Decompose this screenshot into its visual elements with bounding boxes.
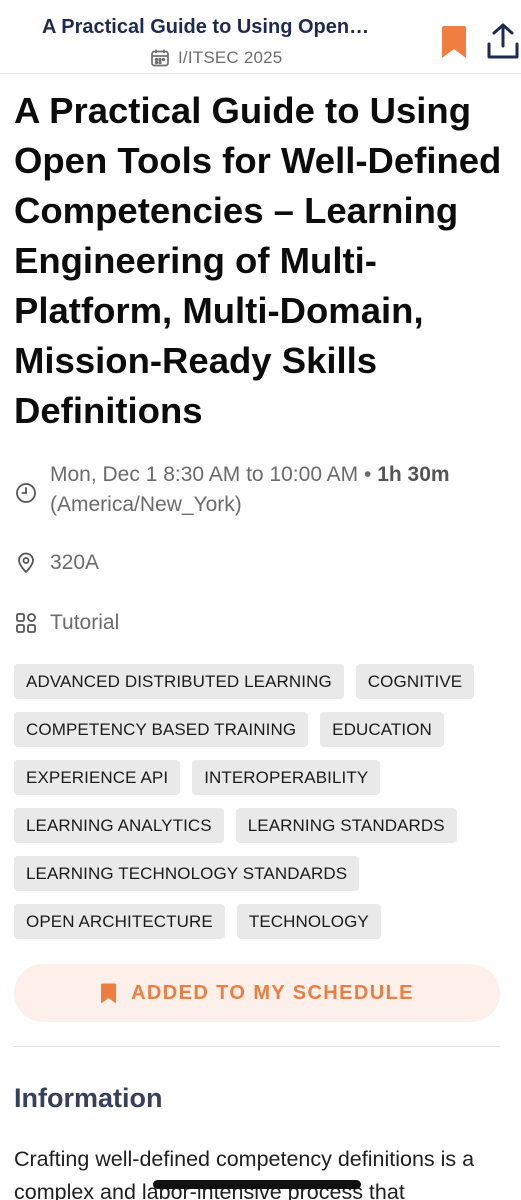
tag-chip[interactable]: COMPETENCY BASED TRAINING [14, 712, 309, 747]
session-title: A Practical Guide to Using Open Tools fo… [14, 90, 502, 431]
session-timezone: (America/New_York) [50, 493, 242, 516]
category-grid-icon [14, 611, 38, 635]
header-event: I/ITSEC 2025 [150, 48, 282, 68]
share-button[interactable] [486, 22, 520, 60]
bookmark-icon [101, 983, 117, 1003]
tag-chip[interactable]: EXPERIENCE API [14, 760, 181, 795]
tag-chip[interactable]: OPEN ARCHITECTURE [14, 904, 225, 939]
information-text: Crafting well-defined competency definit… [14, 1147, 475, 1200]
tag-chip[interactable]: COGNITIVE [355, 664, 475, 699]
tag-chip[interactable]: EDUCATION [320, 712, 444, 747]
session-type: Tutorial [50, 611, 120, 634]
session-type-row: Tutorial [14, 608, 119, 638]
time-range: Mon, Dec 1 8:30 AM to 10:00 AM [50, 463, 359, 486]
event-name: I/ITSEC 2025 [178, 48, 283, 67]
share-icon [487, 23, 519, 59]
tag-chip[interactable]: LEARNING ANALYTICS [14, 808, 224, 843]
schedule-button-label: ADDED TO MY SCHEDULE [131, 981, 414, 1004]
session-room: 320A [50, 551, 100, 574]
tag-chip[interactable]: TECHNOLOGY [236, 904, 381, 939]
time-separator: • [364, 463, 372, 486]
bookmark-icon [442, 26, 466, 58]
information-heading: Information [14, 1083, 163, 1113]
tag-chip[interactable]: INTEROPERABILITY [192, 760, 381, 795]
session-room-row: 320A [14, 548, 99, 578]
tag-chip[interactable]: LEARNING TECHNOLOGY STANDARDS [14, 856, 360, 891]
bookmark-button[interactable] [440, 25, 468, 59]
divider [14, 1046, 500, 1047]
session-time: Mon, Dec 1 8:30 AM to 10:00 AM • 1h 30m … [50, 460, 450, 520]
top-bar: A Practical Guide to Using Open… I/ITSEC… [0, 0, 521, 74]
session-duration: 1h 30m [377, 463, 450, 486]
tag-list: ADVANCED DISTRIBUTED LEARNING COGNITIVE … [14, 664, 509, 939]
session-time-row: Mon, Dec 1 8:30 AM to 10:00 AM • 1h 30m … [14, 460, 509, 520]
header-title: A Practical Guide to Using Open… [42, 16, 370, 38]
calendar-icon [150, 48, 170, 68]
home-indicator[interactable] [153, 1180, 361, 1189]
session-detail-page: A Practical Guide to Using Open… I/ITSEC… [0, 0, 521, 1200]
tag-chip[interactable]: ADVANCED DISTRIBUTED LEARNING [14, 664, 344, 699]
clock-icon [14, 481, 38, 505]
location-pin-icon [14, 551, 38, 575]
added-to-schedule-button[interactable]: ADDED TO MY SCHEDULE [14, 964, 500, 1022]
tag-chip[interactable]: LEARNING STANDARDS [235, 808, 457, 843]
